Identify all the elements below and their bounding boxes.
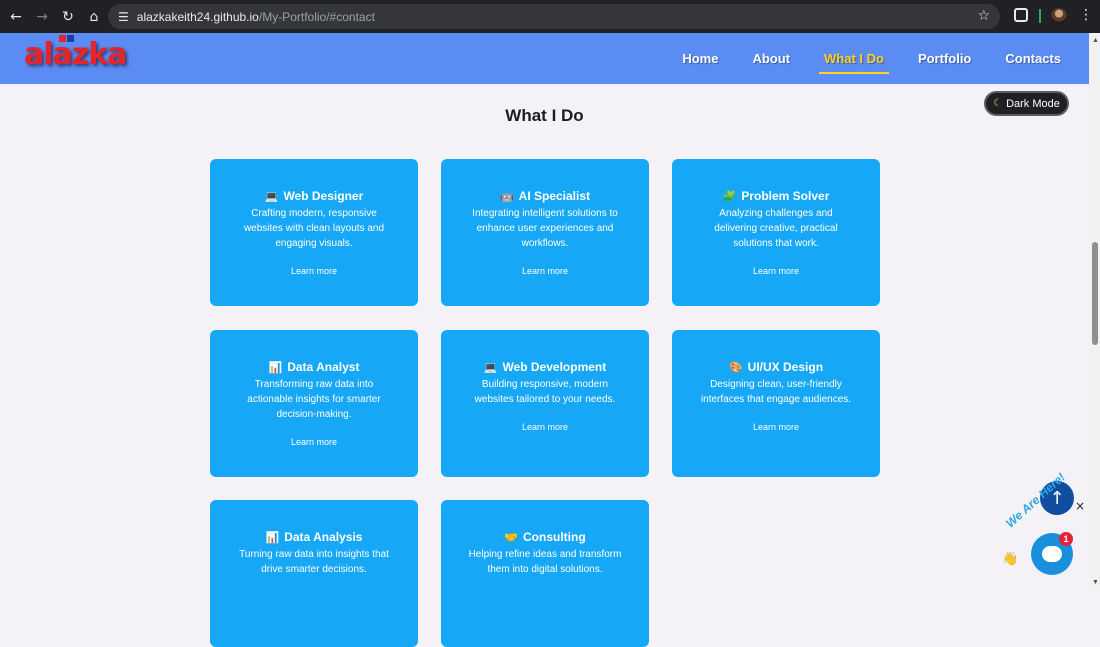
menu-icon[interactable]: ⋮ [1079,7,1093,23]
reload-icon[interactable]: ↻ [55,4,81,30]
card-title: Web Development [502,360,607,374]
card-title: AI Specialist [518,189,591,203]
browser-toolbar: ← → ↻ ⌂ ☰ alazkakeith24.github.io /My-Po… [0,0,1100,33]
notification-badge: 1 [1059,532,1073,546]
card-description: Transforming raw data into actionable in… [247,379,381,420]
nav-contacts[interactable]: Contacts [1005,47,1061,70]
service-card-data-analyst: 📊 Data Analyst Transforming raw data into… [210,330,418,477]
card-title: UI/UX Design [747,360,824,374]
section-title: What I Do [505,106,584,125]
nav-home[interactable]: Home [682,47,718,70]
address-bar[interactable]: ☰ alazkakeith24.github.io /My-Portfolio/… [108,4,1000,29]
chat-bubble-icon [1042,546,1062,562]
extensions-icon[interactable] [1014,8,1028,22]
url-host: alazkakeith24.github.io [136,9,259,24]
home-icon[interactable]: ⌂ [81,4,107,30]
card-description: Integrating intelligent solutions to enh… [472,208,618,249]
site-settings-icon[interactable]: ☰ [118,10,129,24]
moon-icon: ☾ [993,98,1003,109]
scrollbar-thumb[interactable] [1092,242,1098,345]
bookmark-star-icon[interactable]: ☆ [977,8,990,24]
card-description: Helping refine ideas and transform them … [468,549,622,575]
learn-more-link[interactable]: Learn more [210,437,418,447]
bar-chart-icon: 📊 [265,530,280,544]
forward-icon[interactable]: → [29,4,55,30]
service-card-web-designer: 💻 Web Designer Crafting modern, responsiv… [210,159,418,306]
dark-mode-label: Dark Mode [1006,97,1060,110]
main-nav: Home About What I Do Portfolio Contacts [648,33,1061,84]
card-description: Turning raw data into insights that driv… [239,549,389,575]
dark-mode-toggle[interactable]: ☾ Dark Mode [984,91,1069,116]
wave-icon: 👋 [1002,552,1019,567]
service-card-consulting: 🤝 Consulting Helping refine ideas and tra… [441,500,649,647]
nav-what-i-do[interactable]: What I Do [819,47,889,74]
service-card-data-analysis: 📊 Data Analysis Turning raw data into ins… [210,500,418,647]
handshake-icon: 🤝 [504,530,519,544]
bar-chart-icon: 📊 [268,360,283,374]
site-logo[interactable]: alazka [24,37,127,72]
robot-icon: 🤖 [499,189,514,203]
logo-accent [67,35,74,42]
card-title: Web Designer [283,189,364,203]
laptop-icon: 💻 [483,360,498,374]
logo-accent [59,35,66,42]
laptop-icon: 💻 [264,189,279,203]
palette-icon: 🎨 [728,360,743,374]
service-card-ai-specialist: 🤖 AI Specialist Integrating intelligent s… [441,159,649,306]
puzzle-icon: 🧩 [722,189,737,203]
card-description: Designing clean, user-friendly interface… [700,379,852,405]
service-card-web-development: 💻 Web Development Building responsive, mo… [441,330,649,477]
back-icon[interactable]: ← [3,4,29,30]
site-header: alazka Home About What I Do Portfolio Co… [0,33,1089,84]
learn-more-link[interactable]: Learn more [210,266,418,276]
service-card-ui-ux-design: 🎨 UI/UX Design Designing clean, user-frie… [672,330,880,477]
close-icon[interactable]: × [1075,499,1085,513]
card-title: Data Analyst [287,360,360,374]
nav-about[interactable]: About [752,47,790,70]
learn-more-link[interactable]: Learn more [672,266,880,276]
card-description: Analyzing challenges and delivering crea… [714,208,838,249]
divider [1039,9,1041,23]
url-path: /My-Portfolio/#contact [258,9,375,24]
scroll-up-arrow-icon[interactable]: ▲ [1092,37,1099,44]
card-description: Crafting modern, responsive websites wit… [243,208,385,249]
nav-portfolio[interactable]: Portfolio [918,47,971,70]
card-description: Building responsive, modern websites tai… [474,379,616,405]
card-title: Consulting [523,530,586,544]
learn-more-link[interactable]: Learn more [672,422,880,432]
profile-avatar[interactable] [1051,8,1067,24]
card-title: Data Analysis [284,530,363,544]
service-card-problem-solver: 🧩 Problem Solver Analyzing challenges and… [672,159,880,306]
learn-more-link[interactable]: Learn more [441,266,649,276]
learn-more-link[interactable]: Learn more [441,422,649,432]
scroll-down-arrow-icon[interactable]: ▼ [1092,579,1099,586]
card-title: Problem Solver [741,189,830,203]
